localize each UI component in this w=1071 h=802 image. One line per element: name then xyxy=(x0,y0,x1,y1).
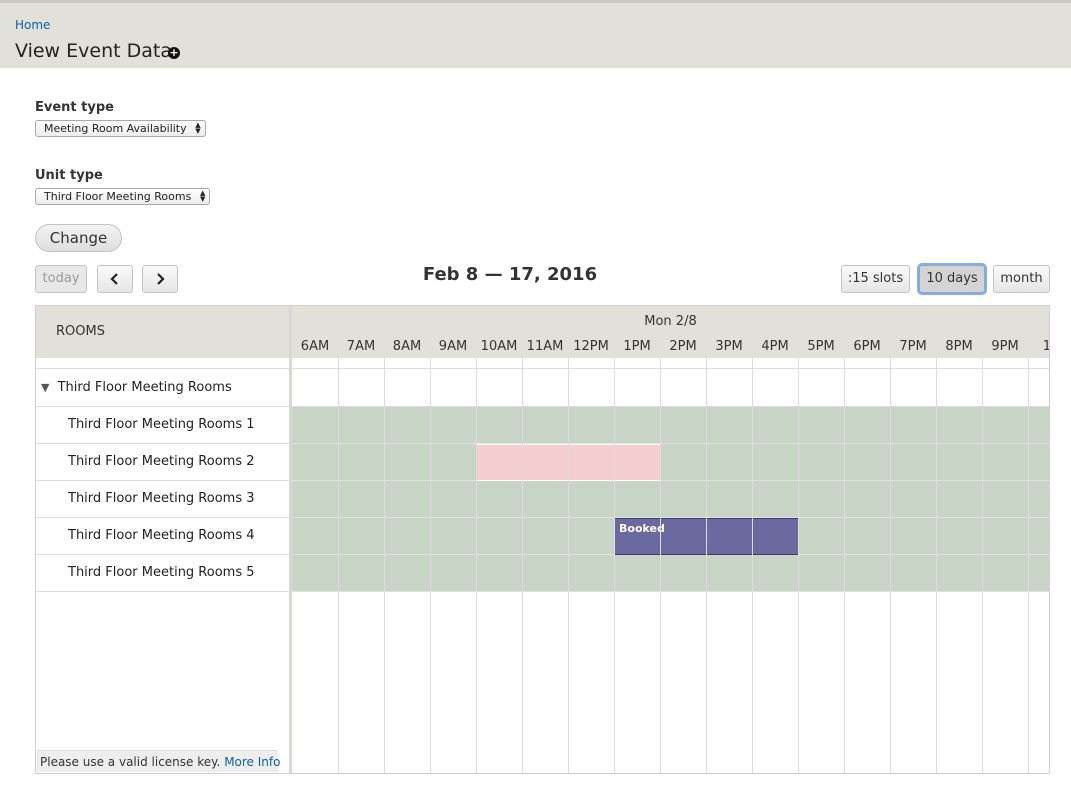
event-label: Booked xyxy=(619,522,665,535)
day-label: Mon 2/8 xyxy=(644,314,697,329)
hour-label: 7PM xyxy=(899,339,927,354)
change-button[interactable]: Change xyxy=(35,224,122,252)
resource-lane[interactable] xyxy=(292,555,1049,592)
chevron-left-icon xyxy=(110,273,118,285)
prev-button[interactable] xyxy=(97,265,133,293)
unit-type-value: Third Floor Meeting Rooms xyxy=(44,190,192,203)
resource-row[interactable]: Third Floor Meeting Rooms 1 xyxy=(36,407,289,444)
more-info-link[interactable]: More Info xyxy=(224,755,280,769)
resources-header: ROOMS xyxy=(36,306,289,358)
resource-group-row[interactable]: ▼ Third Floor Meeting Rooms xyxy=(36,370,289,407)
select-arrows-icon: ▲ ▼ xyxy=(195,121,201,135)
event-type-value: Meeting Room Availability xyxy=(44,122,187,135)
today-button[interactable]: today xyxy=(35,265,87,293)
hour-label: 7AM xyxy=(346,339,376,354)
unit-type-label: Unit type xyxy=(35,168,103,183)
resource-spacer xyxy=(36,358,289,369)
resource-row[interactable]: Third Floor Meeting Rooms 5 xyxy=(36,555,289,592)
event-type-select[interactable]: Meeting Room Availability ▲ ▼ xyxy=(35,120,206,137)
resource-label: Third Floor Meeting Rooms 2 xyxy=(68,454,255,469)
breadcrumb-home[interactable]: Home xyxy=(15,18,50,32)
circle-plus-icon[interactable]: + xyxy=(168,47,180,59)
blocked-event[interactable] xyxy=(476,444,661,481)
unit-type-select[interactable]: Third Floor Meeting Rooms ▲ ▼ xyxy=(35,188,211,205)
booked-event[interactable]: Booked xyxy=(614,518,799,555)
hour-label: 10 xyxy=(1028,339,1049,354)
resource-column: ROOMS ▼ Third Floor Meeting Rooms Third … xyxy=(36,306,290,773)
hour-label: 1PM xyxy=(623,339,651,354)
resource-label: Third Floor Meeting Rooms 3 xyxy=(68,491,255,506)
hour-label: 9PM xyxy=(991,339,1019,354)
hour-label: 8AM xyxy=(392,339,422,354)
resource-label: Third Floor Meeting Rooms 5 xyxy=(68,565,255,580)
timeline-calendar: ROOMS ▼ Third Floor Meeting Rooms Third … xyxy=(35,305,1050,774)
select-arrows-icon: ▲ ▼ xyxy=(199,189,206,203)
month-view-button[interactable]: month xyxy=(993,265,1050,293)
hour-label: 6PM xyxy=(853,339,881,354)
hour-label: 11AM xyxy=(526,339,564,354)
next-button[interactable] xyxy=(142,265,178,293)
resource-row[interactable]: Third Floor Meeting Rooms 2 xyxy=(36,444,289,481)
time-header: Mon 2/8 6AM 7AM 8AM 9AM 10AM 11AM 12PM 1PM 2PM 3P… xyxy=(292,306,1049,358)
resource-label: Third Floor Meeting Rooms 1 xyxy=(68,417,255,432)
time-grid: Mon 2/8 6AM 7AM 8AM 9AM 10AM 11AM 12PM 1PM 2PM 3P… xyxy=(292,306,1049,773)
time-spacer-row xyxy=(292,358,1049,369)
hour-label: 6AM xyxy=(300,339,330,354)
hour-label: 8PM xyxy=(945,339,973,354)
hour-label: 10AM xyxy=(480,339,518,354)
page-header: Home View Event Data + xyxy=(0,0,1071,68)
resource-lane[interactable] xyxy=(292,481,1049,518)
resource-lane[interactable] xyxy=(292,444,1049,481)
license-notice: Please use a valid license key. More Inf… xyxy=(37,750,280,772)
slots-view-button[interactable]: :15 slots xyxy=(841,265,910,293)
page-title: View Event Data xyxy=(15,40,172,62)
hour-label: 4PM xyxy=(761,339,789,354)
hour-label: 3PM xyxy=(715,339,743,354)
hour-label: 2PM xyxy=(669,339,697,354)
hour-label: 5PM xyxy=(807,339,835,354)
license-text: Please use a valid license key. xyxy=(40,755,221,769)
resource-group-label: Third Floor Meeting Rooms xyxy=(57,380,232,395)
chevron-right-icon xyxy=(157,273,165,285)
resource-row[interactable]: Third Floor Meeting Rooms 3 xyxy=(36,481,289,518)
resource-label: Third Floor Meeting Rooms 4 xyxy=(68,528,255,543)
ten-days-view-button[interactable]: 10 days xyxy=(919,265,985,293)
resource-lane[interactable] xyxy=(292,407,1049,444)
date-range-title: Feb 8 — 17, 2016 xyxy=(422,264,598,285)
hour-label: 12PM xyxy=(573,339,609,354)
resource-row[interactable]: Third Floor Meeting Rooms 4 xyxy=(36,518,289,555)
hour-label: 9AM xyxy=(438,339,468,354)
group-lane xyxy=(292,370,1049,407)
event-type-label: Event type xyxy=(35,100,114,115)
triangle-down-icon[interactable]: ▼ xyxy=(41,381,49,394)
